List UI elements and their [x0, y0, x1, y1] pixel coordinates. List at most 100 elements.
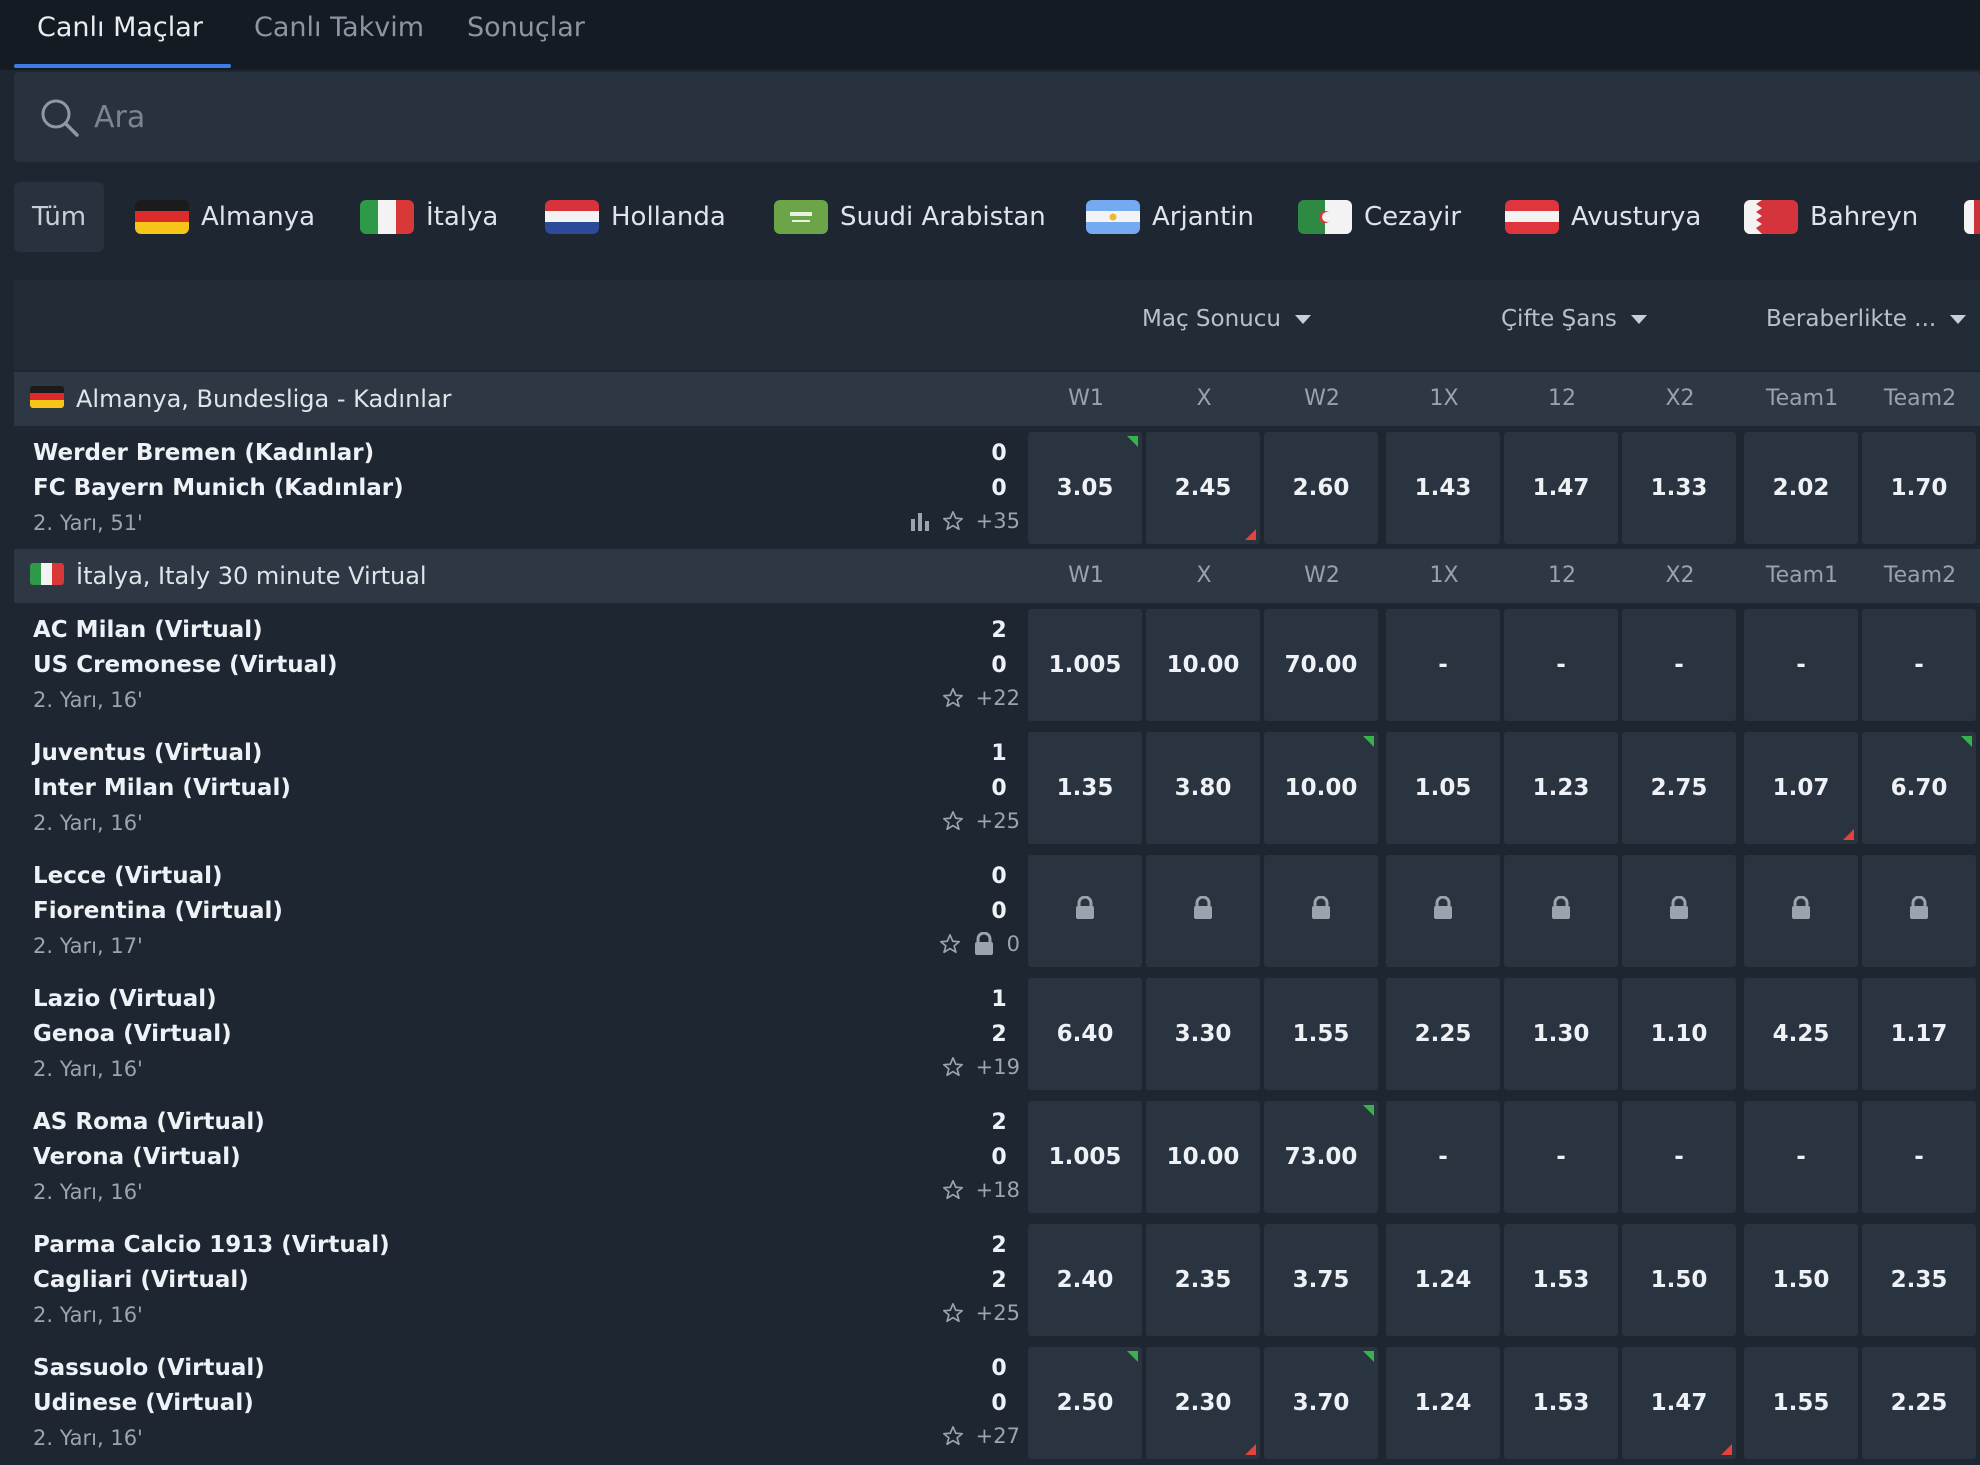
home-team-name[interactable]: AC Milan (Virtual) — [33, 617, 263, 643]
away-team-name[interactable]: Fiorentina (Virtual) — [33, 898, 283, 924]
odds-cell[interactable]: 1.30 — [1504, 978, 1618, 1090]
odds-cell[interactable]: 1.50 — [1622, 1224, 1736, 1336]
match-row[interactable]: Werder Bremen (Kadınlar) FC Bayern Munich… — [14, 426, 1980, 549]
filter-country-germany[interactable]: Almanya — [135, 182, 315, 252]
match-row[interactable]: AC Milan (Virtual) US Cremonese (Virtual)… — [14, 603, 1980, 726]
match-row[interactable]: Lazio (Virtual) Genoa (Virtual) 1 2 2. Yarı,… — [14, 972, 1980, 1095]
odds-cell[interactable]: 1.33 — [1622, 432, 1736, 544]
statistics-icon[interactable] — [910, 511, 930, 531]
odds-cell[interactable]: 1.55 — [1264, 978, 1378, 1090]
odds-cell[interactable]: 1.43 — [1386, 432, 1500, 544]
more-markets-count[interactable]: +27 — [976, 1424, 1020, 1448]
odds-cell[interactable]: 1.53 — [1504, 1224, 1618, 1336]
search-input[interactable] — [94, 88, 1794, 146]
more-markets-count[interactable]: +25 — [976, 1301, 1020, 1325]
favorite-star-icon[interactable] — [942, 1302, 964, 1324]
tab-results[interactable]: Sonuçlar — [467, 0, 585, 70]
filter-country-netherlands[interactable]: Hollanda — [545, 182, 726, 252]
match-row[interactable]: AS Roma (Virtual) Verona (Virtual) 2 0 2. Ya… — [14, 1095, 1980, 1218]
more-markets-count[interactable]: +18 — [976, 1178, 1020, 1202]
odds-cell[interactable]: 6.70 — [1862, 732, 1976, 844]
odds-cell[interactable]: 2.25 — [1862, 1347, 1976, 1459]
odds-cell[interactable]: 1.47 — [1504, 432, 1618, 544]
odds-cell[interactable]: 2.02 — [1744, 432, 1858, 544]
market-dropdown-match-result[interactable]: Maç Sonucu — [1142, 306, 1311, 332]
odds-cell[interactable]: 3.80 — [1146, 732, 1260, 844]
more-markets-count[interactable]: +22 — [976, 686, 1020, 710]
favorite-star-icon[interactable] — [942, 1425, 964, 1447]
home-team-name[interactable]: Lazio (Virtual) — [33, 986, 217, 1012]
match-row[interactable]: Juventus (Virtual) Inter Milan (Virtual) 1… — [14, 726, 1980, 849]
more-markets-count[interactable]: 0 — [1007, 932, 1020, 956]
odds-cell[interactable]: 3.05 — [1028, 432, 1142, 544]
more-markets-count[interactable]: +35 — [976, 509, 1020, 533]
home-team-name[interactable]: Werder Bremen (Kadınlar) — [33, 440, 374, 466]
league-header[interactable]: Almanya, Bundesliga - Kadınlar W1 X W2 1X 12 X… — [14, 372, 1980, 426]
match-row[interactable]: Parma Calcio 1913 (Virtual) Cagliari (Vir… — [14, 1218, 1980, 1341]
odds-cell[interactable]: 2.75 — [1622, 732, 1736, 844]
league-header[interactable]: İtalya, Italy 30 minute Virtual W1 X W2 1X 12… — [14, 549, 1980, 603]
odds-cell[interactable]: 1.55 — [1744, 1347, 1858, 1459]
odds-cell[interactable]: 1.17 — [1862, 978, 1976, 1090]
favorite-star-icon[interactable] — [942, 1056, 964, 1078]
tab-live-matches[interactable]: Canlı Maçlar — [37, 0, 203, 70]
favorite-star-icon[interactable] — [942, 510, 964, 532]
more-markets-count[interactable]: +25 — [976, 809, 1020, 833]
odds-cell[interactable]: 1.24 — [1386, 1347, 1500, 1459]
odds-cell[interactable]: 1.35 — [1028, 732, 1142, 844]
odds-cell[interactable]: 2.60 — [1264, 432, 1378, 544]
odds-cell[interactable]: 2.25 — [1386, 978, 1500, 1090]
odds-cell[interactable]: 1.005 — [1028, 609, 1142, 721]
favorite-star-icon[interactable] — [942, 687, 964, 709]
favorite-star-icon[interactable] — [942, 810, 964, 832]
favorite-star-icon[interactable] — [942, 1179, 964, 1201]
away-team-name[interactable]: US Cremonese (Virtual) — [33, 652, 338, 678]
market-dropdown-double-chance[interactable]: Çifte Şans — [1501, 306, 1647, 332]
home-team-name[interactable]: Juventus (Virtual) — [33, 740, 262, 766]
odds-cell[interactable]: 10.00 — [1264, 732, 1378, 844]
filter-country-more[interactable] — [1964, 182, 1980, 252]
away-team-name[interactable]: FC Bayern Munich (Kadınlar) — [33, 475, 404, 501]
filter-all[interactable]: Tüm — [14, 182, 105, 252]
odds-cell[interactable]: 2.30 — [1146, 1347, 1260, 1459]
odds-cell[interactable]: 1.07 — [1744, 732, 1858, 844]
odds-cell[interactable]: 1.24 — [1386, 1224, 1500, 1336]
tab-live-calendar[interactable]: Canlı Takvim — [254, 0, 424, 70]
odds-cell[interactable]: 1.005 — [1028, 1101, 1142, 1213]
away-team-name[interactable]: Udinese (Virtual) — [33, 1390, 254, 1416]
home-team-name[interactable]: Lecce (Virtual) — [33, 863, 223, 889]
away-team-name[interactable]: Verona (Virtual) — [33, 1144, 241, 1170]
odds-cell[interactable]: 1.10 — [1622, 978, 1736, 1090]
odds-cell[interactable]: 1.05 — [1386, 732, 1500, 844]
odds-cell[interactable]: 2.50 — [1028, 1347, 1142, 1459]
filter-country-algeria[interactable]: Cezayir — [1298, 182, 1461, 252]
odds-cell[interactable]: 10.00 — [1146, 609, 1260, 721]
odds-cell[interactable]: 1.50 — [1744, 1224, 1858, 1336]
odds-cell[interactable]: 73.00 — [1264, 1101, 1378, 1213]
odds-cell[interactable]: 2.40 — [1028, 1224, 1142, 1336]
home-team-name[interactable]: AS Roma (Virtual) — [33, 1109, 265, 1135]
match-row[interactable]: Lecce (Virtual) Fiorentina (Virtual) 0 0 2. … — [14, 849, 1980, 972]
odds-cell[interactable]: 1.70 — [1862, 432, 1976, 544]
more-markets-count[interactable]: +19 — [976, 1055, 1020, 1079]
home-team-name[interactable]: Parma Calcio 1913 (Virtual) — [33, 1232, 390, 1258]
away-team-name[interactable]: Genoa (Virtual) — [33, 1021, 232, 1047]
odds-cell[interactable]: 3.70 — [1264, 1347, 1378, 1459]
favorite-star-icon[interactable] — [939, 933, 961, 955]
away-team-name[interactable]: Cagliari (Virtual) — [33, 1267, 249, 1293]
odds-cell[interactable]: 2.45 — [1146, 432, 1260, 544]
filter-country-argentina[interactable]: Arjantin — [1086, 182, 1254, 252]
odds-cell[interactable]: 1.47 — [1622, 1347, 1736, 1459]
filter-country-bahrain[interactable]: Bahreyn — [1744, 182, 1918, 252]
odds-cell[interactable]: 3.75 — [1264, 1224, 1378, 1336]
odds-cell[interactable]: 2.35 — [1146, 1224, 1260, 1336]
filter-country-italy[interactable]: İtalya — [360, 182, 498, 252]
odds-cell[interactable]: 4.25 — [1744, 978, 1858, 1090]
odds-cell[interactable]: 1.53 — [1504, 1347, 1618, 1459]
odds-cell[interactable]: 3.30 — [1146, 978, 1260, 1090]
odds-cell[interactable]: 10.00 — [1146, 1101, 1260, 1213]
odds-cell[interactable]: 2.35 — [1862, 1224, 1976, 1336]
filter-country-austria[interactable]: Avusturya — [1505, 182, 1701, 252]
odds-cell[interactable]: 1.23 — [1504, 732, 1618, 844]
home-team-name[interactable]: Sassuolo (Virtual) — [33, 1355, 265, 1381]
